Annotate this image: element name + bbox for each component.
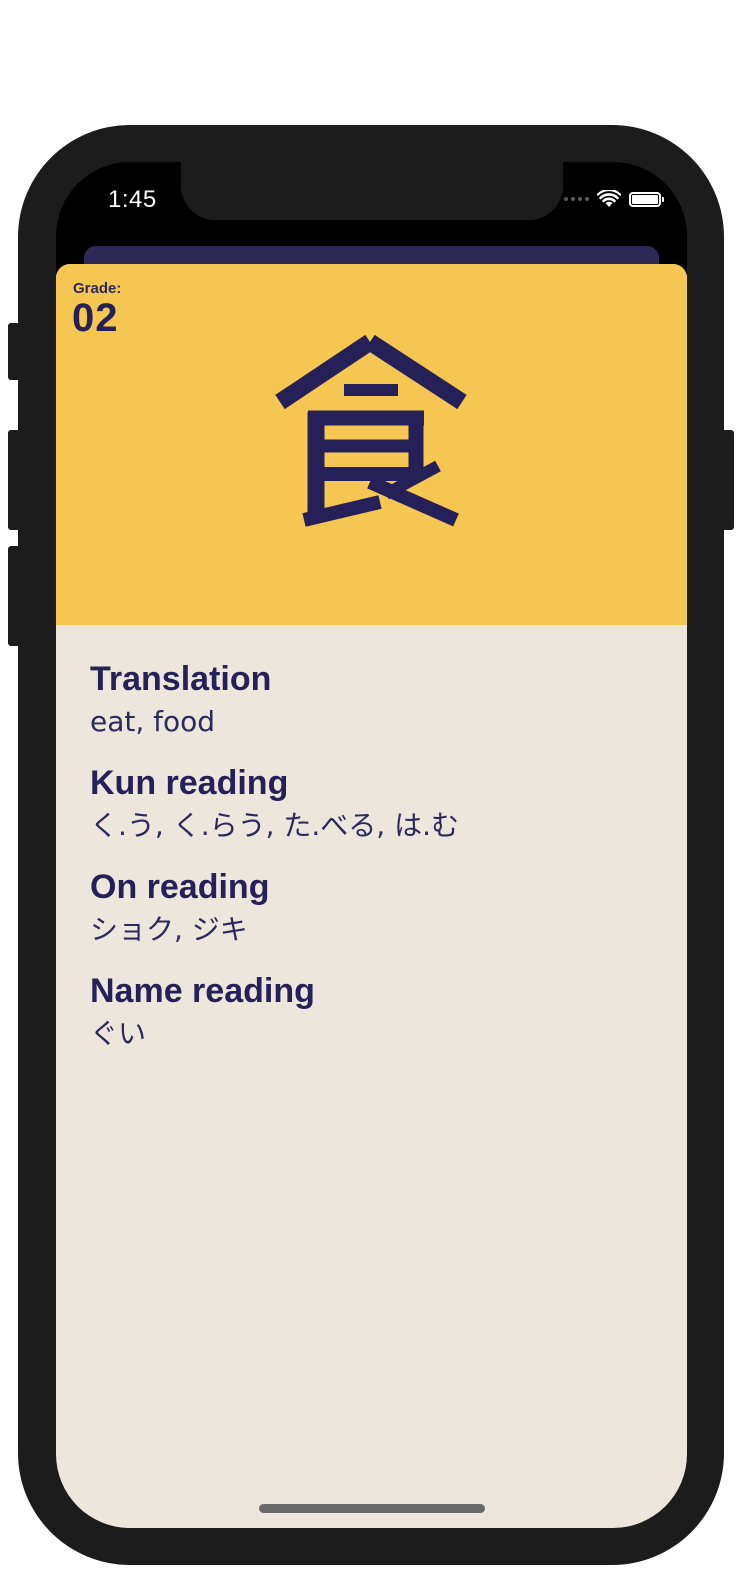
kanji-header: Grade: 02 食 (56, 264, 687, 625)
notch (181, 162, 563, 220)
home-indicator[interactable] (259, 1504, 485, 1513)
kanji-character: 食 (275, 334, 467, 527)
section-value: ショク, ジキ (90, 913, 248, 946)
kanji-card[interactable]: Grade: 02 食 (56, 264, 687, 1528)
section-value: eat, food (90, 705, 216, 738)
grade-label: Grade: (73, 280, 122, 297)
section-name-reading: Name reading ぐい (90, 971, 650, 1052)
section-title: Name reading (90, 972, 315, 1010)
section-on-reading: On reading ショク, ジキ (90, 867, 650, 948)
section-kun-reading: Kun reading く.う, く.らう, た.べる, は.む (90, 763, 650, 844)
section-value: ぐい (90, 1017, 147, 1050)
grade-value: 02 (72, 296, 119, 340)
section-value: く.う, く.らう, た.べる, は.む (90, 809, 460, 842)
kanji-details: Translation eat, food Kun reading く.う, く… (90, 659, 650, 1075)
section-translation: Translation eat, food (90, 659, 650, 740)
battery-icon (629, 191, 664, 207)
section-title: Kun reading (90, 764, 289, 802)
cellular-signal-icon (564, 197, 589, 201)
section-title: On reading (90, 868, 270, 906)
status-icons (564, 190, 664, 208)
phone-screen: 1:45 Grade: 02 食 (56, 162, 687, 1528)
wifi-icon (597, 190, 621, 207)
section-title: Translation (90, 660, 272, 698)
status-time: 1:45 (108, 186, 157, 213)
